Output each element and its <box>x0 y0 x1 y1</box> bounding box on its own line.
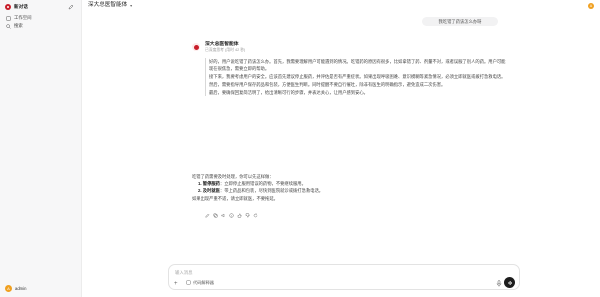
thinking-paragraph: 然后，需要指导用户保存药品和包装，方便医生判断。同时提醒不要自行催吐，除非有医生… <box>209 82 446 88</box>
list-item-text: ：立即停止服用错误的药物，不要继续服用。 <box>219 181 306 187</box>
copy-icon[interactable] <box>213 213 218 218</box>
waveform-icon <box>507 280 512 285</box>
list-item-title: 2. 及时就医 <box>198 188 220 194</box>
assistant-answer: 吃错了药需要及时处理，你可以先这样做： 1. 暂停服药：立即停止服用错误的药物，… <box>192 173 510 202</box>
list-item: 2. 及时就医：带上药品和包装，尽快到医院就诊或拨打急救电话。 <box>198 187 510 194</box>
user-name: admin <box>15 285 27 291</box>
speaker-icon[interactable] <box>221 213 226 218</box>
regenerate-icon[interactable] <box>253 213 258 218</box>
sidebar: 新对话 工作空间 搜索 A admin <box>0 0 82 297</box>
message-actions <box>205 213 258 218</box>
sidebar-item-search[interactable]: 搜索 <box>4 22 78 30</box>
sidebar-item-workspace[interactable]: 工作空间 <box>4 14 78 22</box>
info-icon[interactable] <box>229 213 234 218</box>
thumbs-up-icon[interactable] <box>237 213 242 218</box>
edit-icon[interactable] <box>205 213 210 218</box>
new-chat-button[interactable] <box>67 3 75 11</box>
chat-input-box[interactable]: 输入消息 + 代码解释器 <box>168 264 520 290</box>
list-item: 1. 暂停服药：立即停止服用错误的药物，不要继续服用。 <box>198 180 510 187</box>
assistant-avatar-icon <box>192 43 200 51</box>
brand-logo-icon <box>5 4 11 11</box>
search-icon <box>6 23 11 29</box>
thinking-paragraph: 好的，用户说吃错了药该怎么办。首先，我需要理解用户可能遇到的情况。吃错药的原因有… <box>209 59 506 72</box>
thumbs-down-icon[interactable] <box>245 213 250 218</box>
send-button[interactable] <box>504 277 515 288</box>
thinking-quote: 好的，用户说吃错了药该怎么办。首先，我需要理解用户可能遇到的情况。吃错药的原因有… <box>205 58 507 97</box>
sidebar-item-label: 搜索 <box>14 23 23 29</box>
avatar: A <box>5 285 12 292</box>
answer-list: 1. 暂停服药：立即停止服用错误的药物，不要继续服用。 2. 及时就医：带上药品… <box>192 180 510 194</box>
microphone-icon[interactable] <box>496 280 502 287</box>
thinking-content: 好的，用户说吃错了药该怎么办。首先，我需要理解用户可能遇到的情况。吃错药的原因有… <box>205 58 507 99</box>
code-interpreter-toggle[interactable]: 代码解释器 <box>186 280 214 286</box>
user-message: 我吃错了药该怎么办呀 <box>422 17 498 26</box>
thinking-paragraph: 接下来，我要考虑用户的安全。应该首先建议停止服药，并评估是否有严重症状。如果出现… <box>209 74 506 80</box>
topbar: 深大总医智能体 ▾ A <box>82 0 600 12</box>
chat-input[interactable]: 输入消息 <box>175 270 193 276</box>
model-selector[interactable]: 深大总医智能体 <box>88 2 127 10</box>
new-chat-label: 新对话 <box>14 4 28 9</box>
avatar[interactable]: A <box>588 3 594 9</box>
chevron-down-icon[interactable]: ▾ <box>130 3 132 8</box>
answer-closing: 如果出现严重不适，请立即就医，不要拖延。 <box>192 195 278 201</box>
answer-intro: 吃错了药需要及时处理，你可以先这样做： <box>192 174 274 179</box>
plus-icon[interactable]: + <box>174 280 178 288</box>
code-icon <box>186 280 191 285</box>
sidebar-nav: 工作空间 搜索 <box>4 14 78 30</box>
list-item-title: 1. 暂停服药 <box>198 181 220 187</box>
thinking-paragraph: 最后，要确保回复简洁明了，给出清晰可行的步骤，并表达关心，让用户感到安心。 <box>209 90 368 96</box>
sidebar-item-label: 工作空间 <box>14 15 32 21</box>
workspace-icon <box>6 15 11 21</box>
chip-label: 代码解释器 <box>193 280 214 285</box>
thinking-toggle[interactable]: 已深度思考 (用时 42 秒) <box>205 48 245 53</box>
list-item-text: ：带上药品和包装，尽快到医院就诊或拨打急救电话。 <box>219 188 324 194</box>
brand[interactable]: 新对话 <box>5 4 28 11</box>
edit-icon <box>68 4 74 10</box>
user-menu[interactable]: A admin <box>5 285 26 292</box>
